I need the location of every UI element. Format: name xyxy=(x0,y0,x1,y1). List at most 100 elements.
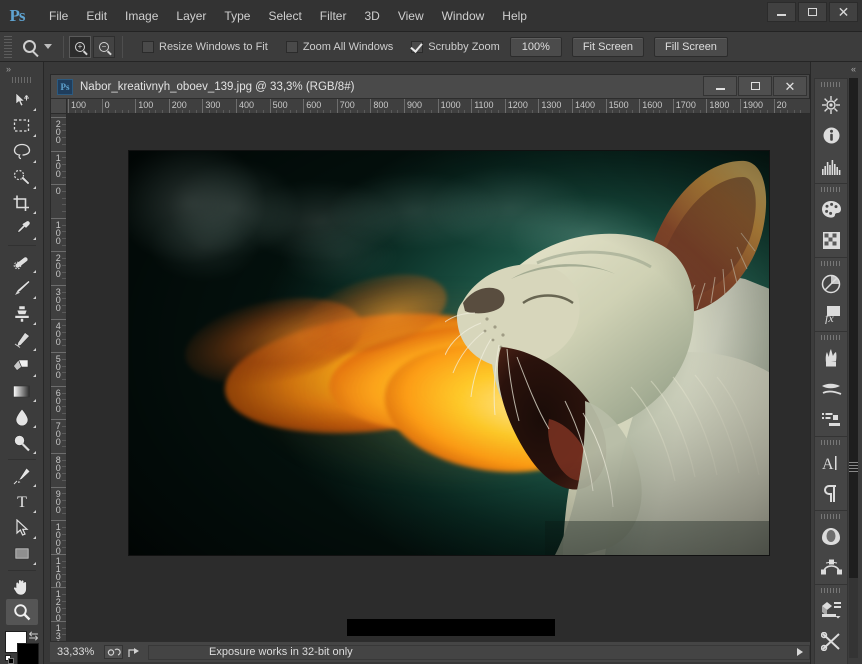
toolbar-collapse-button[interactable]: » xyxy=(0,62,43,75)
fill-screen-button[interactable]: Fill Screen xyxy=(654,37,728,57)
tool-preset-chevron-down-icon[interactable] xyxy=(44,44,52,49)
dock-scrollbar-thumb[interactable] xyxy=(849,78,858,578)
zoom-all-windows-checkbox[interactable]: Zoom All Windows xyxy=(286,41,393,53)
styles-icon[interactable]: fx xyxy=(815,299,847,330)
tool-path-selection[interactable] xyxy=(6,515,38,541)
status-message-field[interactable]: Exposure works in 32-bit only xyxy=(148,645,810,660)
masks-icon[interactable] xyxy=(815,521,847,552)
menu-view[interactable]: View xyxy=(389,5,433,27)
paths-icon[interactable] xyxy=(815,552,847,583)
ruler-corner[interactable] xyxy=(51,99,67,114)
checkbox-box xyxy=(286,41,298,53)
horizontal-ruler[interactable]: 1000100200300400500600700800900100011001… xyxy=(67,99,811,114)
mini-bridge-icon[interactable] xyxy=(815,89,847,120)
animation-icon[interactable] xyxy=(815,657,847,664)
active-tool-icon-zoom[interactable] xyxy=(16,35,42,59)
zoom-level-field[interactable]: 33,33% xyxy=(50,646,104,658)
ruler-label: 500 xyxy=(273,100,288,110)
brush-icon[interactable] xyxy=(815,342,847,373)
minimize-button[interactable] xyxy=(767,2,796,22)
default-colors-icon[interactable] xyxy=(5,655,14,664)
paragraph-icon[interactable] xyxy=(815,478,847,509)
menu-image[interactable]: Image xyxy=(116,5,167,27)
panel-group-grip[interactable] xyxy=(821,187,841,192)
brush-presets-icon[interactable] xyxy=(815,373,847,404)
close-button[interactable]: ✕ xyxy=(829,2,858,22)
panel-group-grip[interactable] xyxy=(821,261,841,266)
menu-type[interactable]: Type xyxy=(215,5,259,27)
resize-windows-to-fit-checkbox[interactable]: Resize Windows to Fit xyxy=(142,41,268,53)
menu-file[interactable]: File xyxy=(40,5,77,27)
exposure-icon[interactable] xyxy=(104,645,123,659)
swatches-icon[interactable] xyxy=(815,225,847,256)
status-expand-arrow-icon[interactable] xyxy=(797,648,803,656)
menu-3d[interactable]: 3D xyxy=(355,5,388,27)
panel-group-grip[interactable] xyxy=(821,588,841,593)
3d-icon[interactable] xyxy=(815,595,847,626)
tool-eraser[interactable] xyxy=(6,353,38,379)
color-swatches[interactable]: ⇆ xyxy=(5,631,39,664)
panel-group-grip[interactable] xyxy=(821,514,841,519)
ruler-label: 20 xyxy=(777,100,787,110)
background-color-swatch[interactable] xyxy=(17,643,39,664)
tool-brush[interactable] xyxy=(6,275,38,301)
tool-hand[interactable] xyxy=(6,574,38,600)
tool-history-brush[interactable] xyxy=(6,327,38,353)
document-title-bar[interactable]: Ps Nabor_kreativnyh_oboev_139.jpg @ 33,3… xyxy=(51,75,809,99)
tool-zoom[interactable] xyxy=(6,599,38,625)
fit-screen-button[interactable]: Fit Screen xyxy=(572,37,644,57)
menu-edit[interactable]: Edit xyxy=(77,5,116,27)
document-image[interactable] xyxy=(129,151,769,555)
dock-scrollbar-grip[interactable] xyxy=(849,462,858,472)
share-icon[interactable] xyxy=(126,645,142,659)
tool-rectangular-marquee[interactable] xyxy=(6,113,38,139)
tool-clone-stamp[interactable] xyxy=(6,301,38,327)
panel-group-grip[interactable] xyxy=(821,82,841,87)
menu-layer[interactable]: Layer xyxy=(167,5,215,27)
maximize-button[interactable] xyxy=(798,2,827,22)
scrubby-zoom-checkbox[interactable]: Scrubby Zoom xyxy=(411,41,500,53)
tool-move[interactable] xyxy=(6,87,38,113)
tool-rectangle[interactable] xyxy=(6,541,38,567)
toolbar-divider-2 xyxy=(8,459,36,460)
menu-items: File Edit Image Layer Type Select Filter… xyxy=(40,0,536,32)
adjustments-icon[interactable] xyxy=(815,268,847,299)
vertical-ruler[interactable]: 2001000100200300400500600700800900100011… xyxy=(51,114,67,651)
menu-filter[interactable]: Filter xyxy=(311,5,356,27)
tool-spot-healing-brush[interactable] xyxy=(6,249,38,275)
menu-help[interactable]: Help xyxy=(493,5,536,27)
measurement-log-icon[interactable] xyxy=(815,626,847,657)
zoom-in-button[interactable]: + xyxy=(69,36,91,58)
document-maximize-button[interactable] xyxy=(738,76,772,96)
menu-window[interactable]: Window xyxy=(433,5,494,27)
histogram-icon[interactable] xyxy=(815,151,847,182)
zoom-out-button[interactable]: − xyxy=(93,36,115,58)
document-minimize-button[interactable] xyxy=(703,76,737,96)
panel-group-grip[interactable] xyxy=(821,440,841,445)
character-icon[interactable]: A xyxy=(815,447,847,478)
tool-dodge[interactable] xyxy=(6,430,38,456)
info-icon[interactable] xyxy=(815,120,847,151)
tool-blur[interactable] xyxy=(6,404,38,430)
canvas-area[interactable] xyxy=(67,114,811,651)
ruler-minor-tick xyxy=(62,345,66,346)
panel-group-grip[interactable] xyxy=(821,335,841,340)
color-icon[interactable] xyxy=(815,194,847,225)
tool-pen[interactable] xyxy=(6,463,38,489)
tool-lasso[interactable] xyxy=(6,139,38,165)
options-bar-grip[interactable] xyxy=(4,36,12,58)
tool-quick-selection[interactable] xyxy=(6,165,38,191)
tool-gradient[interactable] xyxy=(6,379,38,405)
tool-horizontal-type[interactable]: T xyxy=(6,489,38,515)
tool-crop[interactable] xyxy=(6,191,38,217)
image-vignette xyxy=(129,151,769,555)
swap-colors-icon[interactable]: ⇆ xyxy=(28,629,38,643)
dock-collapse-button[interactable]: « xyxy=(811,62,862,76)
menu-select[interactable]: Select xyxy=(259,5,310,27)
document-close-button[interactable]: ✕ xyxy=(773,76,807,96)
tool-eyedropper[interactable] xyxy=(6,216,38,242)
tool-presets-icon[interactable] xyxy=(815,404,847,435)
zoom-100-percent-button[interactable]: 100% xyxy=(510,37,562,57)
ruler-minor-tick xyxy=(62,513,66,514)
toolbar-grip[interactable] xyxy=(12,77,32,83)
